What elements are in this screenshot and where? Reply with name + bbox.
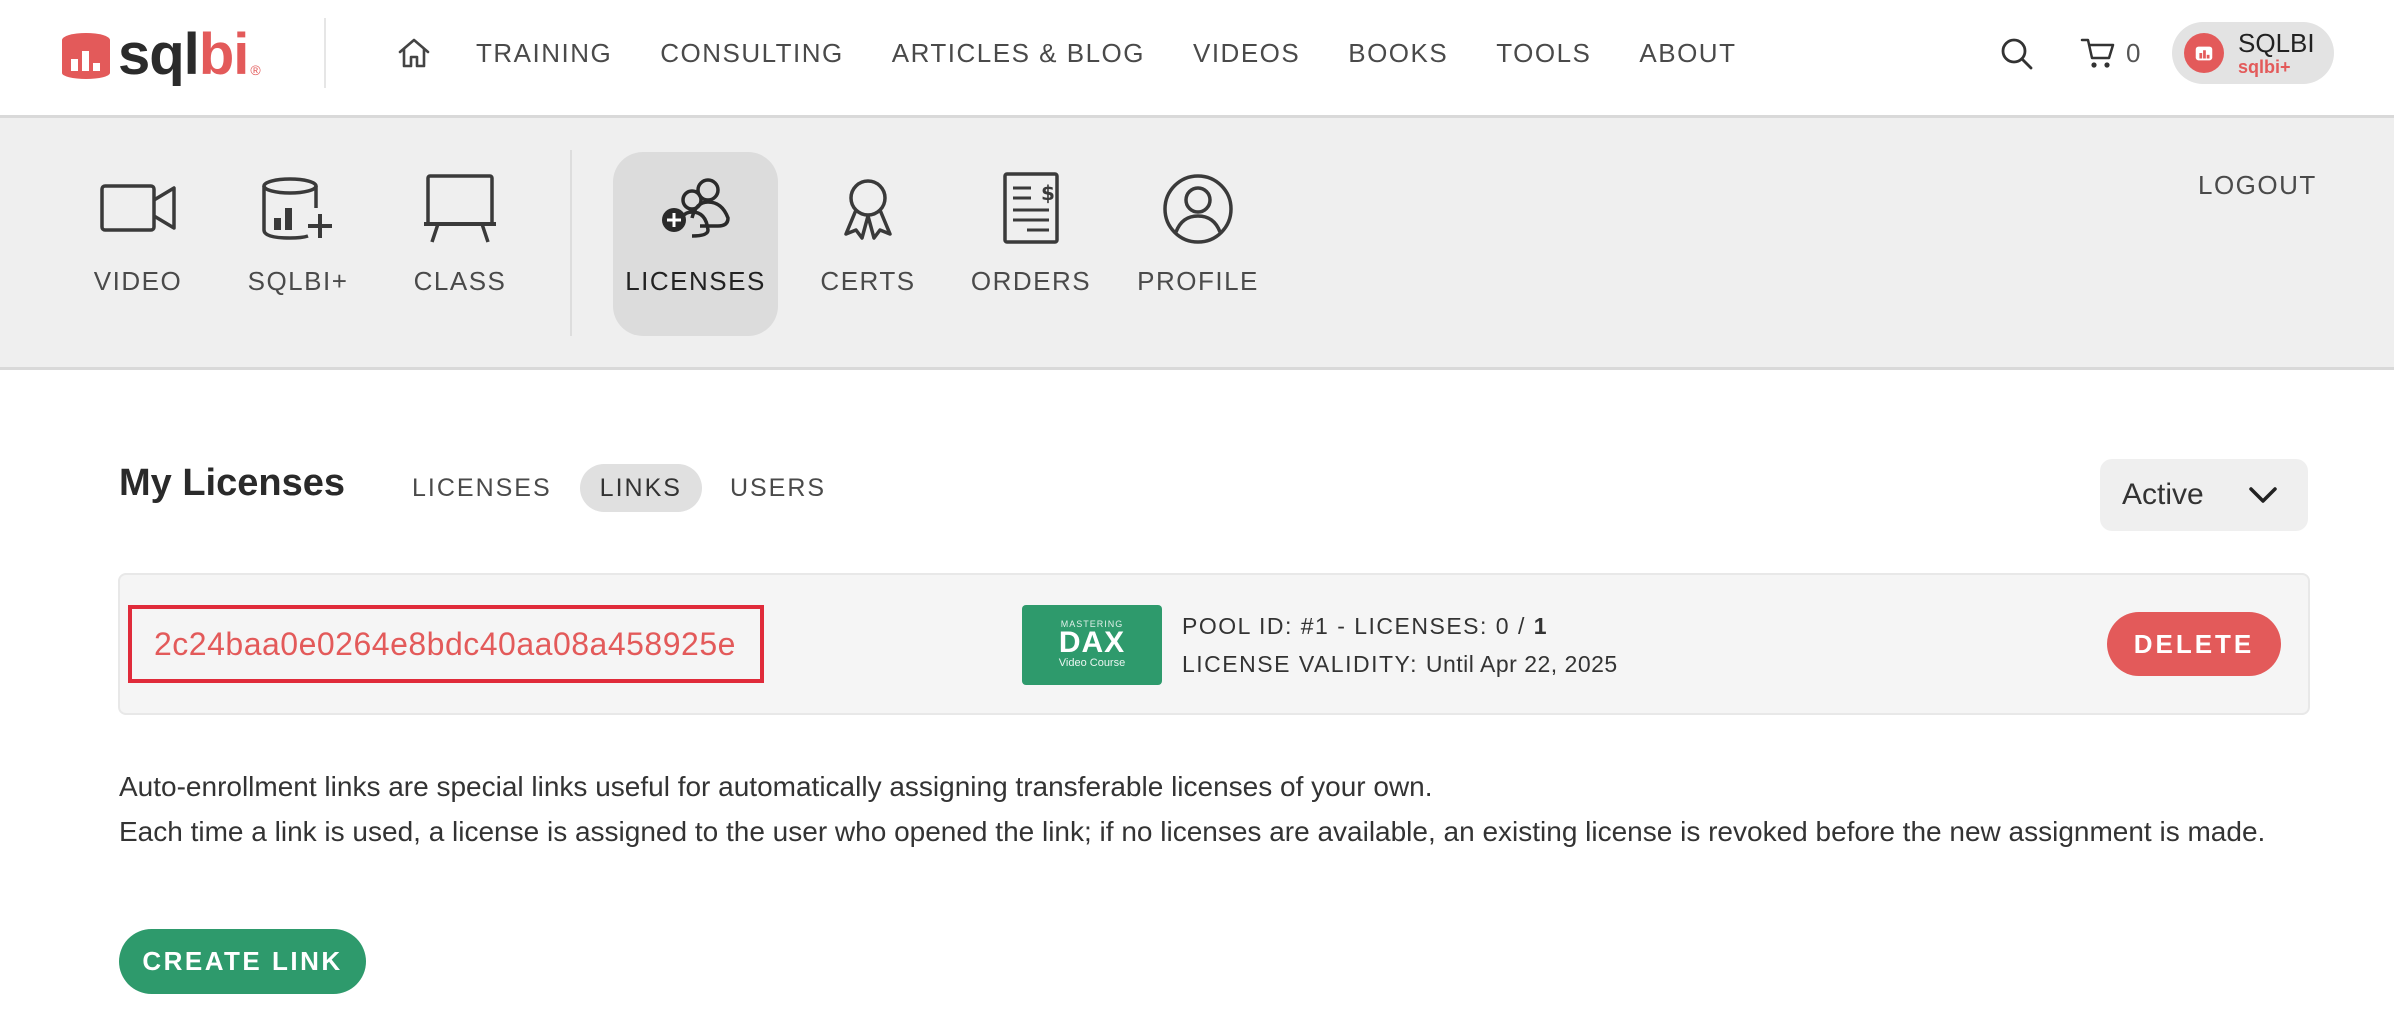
whiteboard-icon (424, 174, 496, 243)
logo-wordmark: sqlbi (118, 22, 249, 87)
nav-videos[interactable]: VIDEOS (1193, 35, 1300, 71)
tab-licenses[interactable]: LICENSES (392, 464, 572, 512)
sqlbi-logo-icon (62, 33, 110, 79)
page-title: My Licenses (119, 462, 345, 504)
nav-tools[interactable]: TOOLS (1496, 35, 1591, 71)
subnav-label: CLASS (413, 266, 507, 296)
subnav-label: CERTS (820, 266, 916, 296)
pool-licenses-line: POOL ID: #1 - LICENSES: 0 / 1 (1182, 607, 1618, 645)
avatar (2184, 33, 2224, 73)
pool-info: POOL ID: #1 - LICENSES: 0 / 1 LICENSE VA… (1182, 607, 1618, 683)
subnav-label: LICENSES (625, 266, 766, 296)
pool-licenses-text: POOL ID: #1 - LICENSES: 0 / (1182, 613, 1534, 639)
license-validity-label: LICENSE VALIDITY: (1182, 651, 1426, 677)
subnav-orders[interactable]: $ ORDERS (970, 152, 1092, 336)
video-camera-icon (100, 184, 176, 232)
subnav-video[interactable]: VIDEO (78, 152, 198, 336)
links-description: Auto-enrollment links are special links … (119, 764, 2319, 854)
tab-links[interactable]: LINKS (579, 464, 702, 512)
svg-text:$: $ (1041, 181, 1055, 205)
nav-articles-blog[interactable]: ARTICLES & BLOG (892, 35, 1145, 71)
sqlbi-plus-icon (262, 177, 332, 240)
chevron-down-icon (2249, 487, 2277, 503)
divider (570, 150, 572, 336)
cart-count: 0 (2126, 37, 2141, 68)
subnav-licenses[interactable]: LICENSES (613, 152, 778, 336)
invoice-icon: $ (1003, 172, 1059, 244)
subnav-label: SQLBI+ (247, 266, 349, 296)
cart-icon (2080, 38, 2115, 68)
subnav-profile[interactable]: PROFILE (1134, 152, 1262, 336)
logout-link[interactable]: LOGOUT (2198, 170, 2317, 201)
create-link-button[interactable]: CREATE LINK (119, 929, 366, 994)
users-add-icon (661, 178, 730, 238)
nav-about[interactable]: ABOUT (1639, 35, 1736, 71)
subnav-label: ORDERS (970, 266, 1092, 296)
search-icon[interactable] (2000, 37, 2034, 71)
description-line: Each time a link is used, a license is a… (119, 816, 2266, 847)
course-thumbnail: MASTERING DAX Video Course (1022, 605, 1162, 685)
license-validity-value: Until Apr 22, 2025 (1425, 651, 1618, 677)
user-circle-icon (1163, 174, 1233, 244)
top-navbar: sqlbi ® TRAINING CONSULTING ARTICLES & B… (0, 0, 2394, 118)
license-tabs: LICENSES LINKS USERS (392, 464, 854, 512)
user-info: SQLBI sqlbi+ (2238, 30, 2315, 76)
account-subnav: VIDEO SQLBI+ CLASS LICENSES CERTS $ ORDE… (0, 118, 2394, 370)
course-thumb-line1: MASTERING (1060, 619, 1124, 629)
subnav-class[interactable]: CLASS (400, 152, 520, 336)
subnav-label: VIDEO (93, 266, 183, 296)
user-menu[interactable]: SQLBI sqlbi+ (2172, 22, 2334, 84)
user-name: SQLBI (2238, 28, 2315, 58)
course-thumb-title: DAX (1058, 626, 1126, 659)
status-filter-select[interactable]: Active (2100, 459, 2308, 531)
tab-users[interactable]: USERS (710, 464, 846, 512)
delete-button[interactable]: DELETE (2107, 612, 2281, 676)
subnav-certs[interactable]: CERTS (808, 152, 928, 336)
description-line: Auto-enrollment links are special links … (119, 771, 1433, 802)
nav-consulting[interactable]: CONSULTING (660, 35, 844, 71)
subnav-sqlbi-plus[interactable]: SQLBI+ (238, 152, 358, 336)
cart-button[interactable]: 0 (2080, 36, 2140, 70)
user-plan: sqlbi+ (2238, 57, 2291, 77)
nav-books[interactable]: BOOKS (1348, 35, 1448, 71)
course-thumb-subtitle: Video Course (1058, 657, 1126, 669)
divider (324, 18, 326, 88)
home-icon[interactable] (396, 35, 432, 71)
status-filter-value: Active (2122, 478, 2204, 511)
sqlbi-avatar-icon (2195, 46, 2213, 61)
nav-training[interactable]: TRAINING (476, 35, 612, 71)
logo-registered-mark: ® (250, 62, 261, 78)
license-validity-line: LICENSE VALIDITY: Until Apr 22, 2025 (1182, 645, 1618, 683)
sqlbi-logo[interactable]: sqlbi ® (60, 20, 261, 90)
award-ribbon-icon (844, 179, 892, 240)
subnav-label: PROFILE (1137, 266, 1259, 296)
main-menu: TRAINING CONSULTING ARTICLES & BLOG VIDE… (476, 35, 1784, 71)
link-row: 2c24baa0e0264e8bdc40aa08a458925e MASTERI… (118, 573, 2310, 715)
link-id[interactable]: 2c24baa0e0264e8bdc40aa08a458925e (128, 605, 764, 683)
pool-licenses-total: 1 (1533, 613, 1549, 639)
